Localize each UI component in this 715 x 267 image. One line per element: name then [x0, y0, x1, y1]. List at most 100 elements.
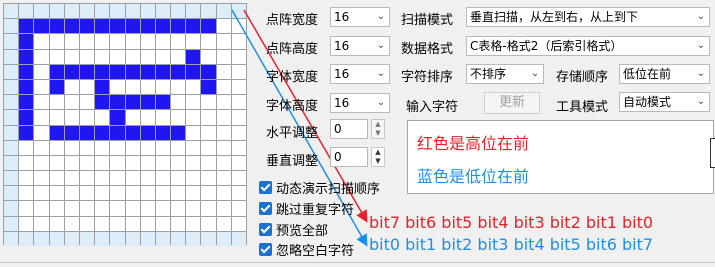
grid-cell[interactable]: [64, 19, 79, 34]
grid-cell[interactable]: [201, 19, 216, 34]
grid-cell[interactable]: [64, 79, 79, 95]
grid-cell[interactable]: [171, 34, 186, 49]
char-input-textarea[interactable]: 红色是高位在前 蓝色是低位在前: [407, 120, 714, 194]
grid-cell[interactable]: [110, 216, 125, 231]
grid-cell[interactable]: [19, 216, 34, 231]
grid-cell[interactable]: [79, 125, 95, 140]
grid-cell[interactable]: [186, 4, 201, 19]
grid-cell[interactable]: [155, 64, 171, 79]
grid-cell[interactable]: [155, 155, 171, 171]
grid-cell[interactable]: [231, 110, 246, 125]
grid-cell[interactable]: [201, 95, 216, 110]
grid-cell[interactable]: [171, 64, 186, 79]
grid-cell[interactable]: [171, 19, 186, 34]
grid-cell[interactable]: [125, 79, 140, 95]
update-button[interactable]: 更新: [484, 92, 540, 114]
grid-cell[interactable]: [49, 216, 64, 231]
grid-cell[interactable]: [201, 125, 216, 140]
grid-cell[interactable]: [64, 186, 79, 201]
grid-cell[interactable]: [64, 34, 79, 49]
grid-cell[interactable]: [171, 4, 186, 19]
grid-cell[interactable]: [201, 49, 216, 64]
grid-cell[interactable]: [64, 4, 79, 19]
grid-cell[interactable]: [34, 19, 49, 34]
grid-cell[interactable]: [49, 125, 64, 140]
grid-cell[interactable]: [231, 79, 246, 95]
grid-cell[interactable]: [95, 231, 110, 246]
scan-mode-select[interactable]: 垂直扫描，从左到右，从上到下 ⌄: [466, 7, 710, 27]
grid-cell[interactable]: [155, 19, 171, 34]
grid-cell[interactable]: [155, 49, 171, 64]
grid-cell[interactable]: [201, 4, 216, 19]
grid-cell[interactable]: [171, 95, 186, 110]
grid-cell[interactable]: [201, 64, 216, 79]
grid-cell[interactable]: [4, 4, 19, 19]
grid-cell[interactable]: [186, 64, 201, 79]
grid-cell[interactable]: [34, 140, 49, 155]
grid-cell[interactable]: [110, 19, 125, 34]
grid-cell[interactable]: [110, 110, 125, 125]
grid-cell[interactable]: [125, 125, 140, 140]
grid-cell[interactable]: [95, 34, 110, 49]
grid-cell[interactable]: [79, 4, 95, 19]
grid-cell[interactable]: [171, 125, 186, 140]
grid-cell[interactable]: [140, 201, 155, 216]
font-height-select[interactable]: 16 ⌄: [330, 93, 390, 113]
grid-cell[interactable]: [34, 155, 49, 171]
grid-cell[interactable]: [49, 186, 64, 201]
grid-cell[interactable]: [125, 110, 140, 125]
grid-cell[interactable]: [95, 95, 110, 110]
grid-cell[interactable]: [231, 4, 246, 19]
grid-cell[interactable]: [34, 64, 49, 79]
grid-cell[interactable]: [201, 110, 216, 125]
grid-cell[interactable]: [4, 19, 19, 34]
grid-cell[interactable]: [216, 140, 231, 155]
grid-cell[interactable]: [201, 216, 216, 231]
grid-cell[interactable]: [231, 95, 246, 110]
grid-cell[interactable]: [231, 155, 246, 171]
animate-checkbox[interactable]: 动态演示扫描顺序: [259, 178, 380, 197]
grid-cell[interactable]: [186, 95, 201, 110]
grid-cell[interactable]: [171, 171, 186, 186]
grid-cell[interactable]: [171, 79, 186, 95]
grid-cell[interactable]: [171, 186, 186, 201]
grid-cell[interactable]: [186, 201, 201, 216]
preview-all-checkbox[interactable]: 预览全部: [259, 220, 328, 239]
grid-cell[interactable]: [34, 4, 49, 19]
grid-cell[interactable]: [201, 140, 216, 155]
grid-cell[interactable]: [231, 34, 246, 49]
grid-cell[interactable]: [4, 64, 19, 79]
grid-cell[interactable]: [125, 34, 140, 49]
grid-cell[interactable]: [110, 4, 125, 19]
grid-cell[interactable]: [231, 231, 246, 246]
grid-cell[interactable]: [140, 110, 155, 125]
grid-cell[interactable]: [19, 201, 34, 216]
v-adjust-input[interactable]: 0: [330, 147, 368, 167]
grid-cell[interactable]: [4, 186, 19, 201]
h-adjust-spin-icon[interactable]: ▲ ▼: [371, 119, 385, 139]
grid-cell[interactable]: [64, 110, 79, 125]
grid-cell[interactable]: [125, 201, 140, 216]
grid-cell[interactable]: [140, 171, 155, 186]
grid-cell[interactable]: [155, 34, 171, 49]
grid-cell[interactable]: [49, 140, 64, 155]
grid-cell[interactable]: [155, 171, 171, 186]
grid-cell[interactable]: [201, 171, 216, 186]
grid-cell[interactable]: [110, 64, 125, 79]
grid-cell[interactable]: [110, 79, 125, 95]
grid-cell[interactable]: [110, 231, 125, 246]
grid-cell[interactable]: [49, 110, 64, 125]
grid-cell[interactable]: [19, 186, 34, 201]
grid-cell[interactable]: [95, 64, 110, 79]
grid-cell[interactable]: [79, 231, 95, 246]
grid-cell[interactable]: [64, 155, 79, 171]
grid-cell[interactable]: [79, 186, 95, 201]
grid-cell[interactable]: [140, 4, 155, 19]
grid-cell[interactable]: [49, 34, 64, 49]
grid-cell[interactable]: [95, 49, 110, 64]
grid-cell[interactable]: [125, 155, 140, 171]
grid-cell[interactable]: [95, 140, 110, 155]
grid-cell[interactable]: [79, 49, 95, 64]
grid-cell[interactable]: [216, 49, 231, 64]
grid-cell[interactable]: [216, 64, 231, 79]
